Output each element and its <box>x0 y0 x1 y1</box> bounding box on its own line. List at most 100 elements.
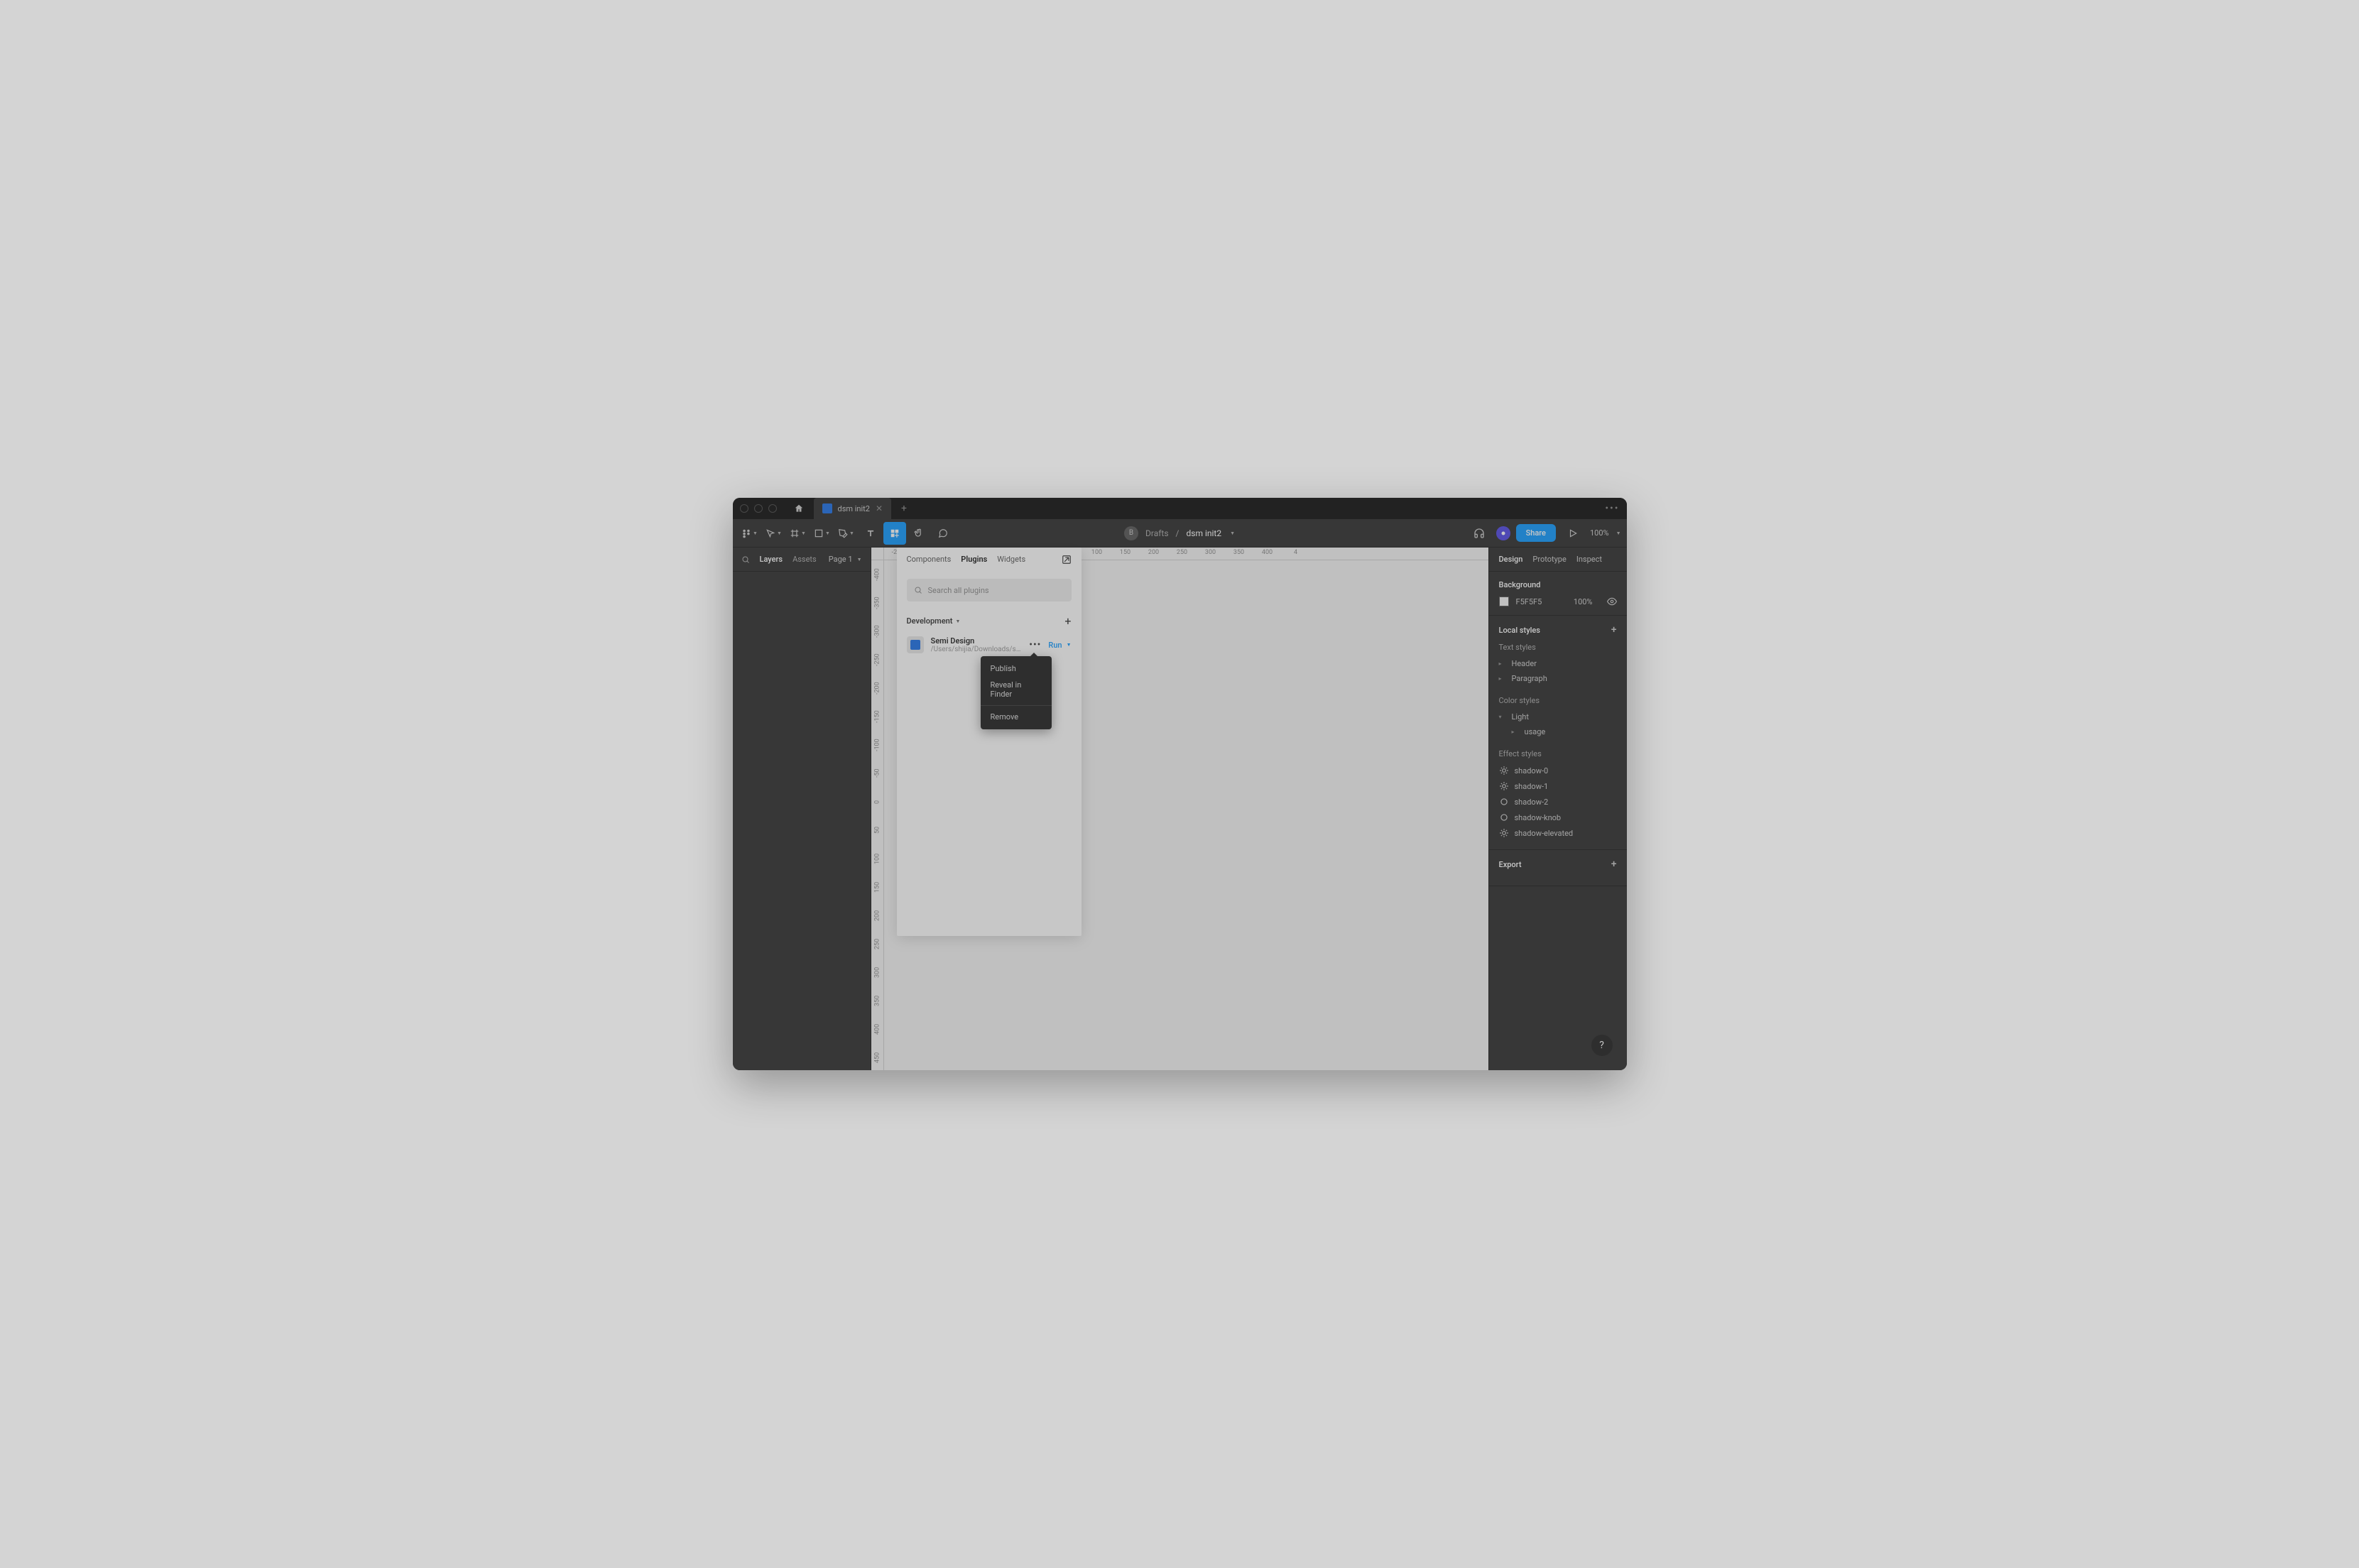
background-row[interactable]: F5F5F5 100% <box>1499 597 1617 606</box>
resources-expand-icon[interactable] <box>1062 555 1072 565</box>
style-name: shadow-1 <box>1515 782 1549 791</box>
zoom-level[interactable]: 100% <box>1590 528 1609 538</box>
comment-icon <box>938 528 948 538</box>
layers-tab[interactable]: Layers <box>760 555 783 564</box>
file-tab[interactable]: dsm init2 ✕ <box>814 498 892 519</box>
plugins-tab[interactable]: Plugins <box>961 555 987 564</box>
plugin-icon <box>907 636 924 653</box>
canvas[interactable]: -250-200-150-100-50050100150200250300350… <box>871 548 1488 1070</box>
ctx-reveal-in-finder[interactable]: Reveal in Finder <box>981 677 1052 702</box>
style-name: Paragraph <box>1512 674 1547 683</box>
titlebar: dsm init2 ✕ + ••• <box>733 498 1627 519</box>
color-style-light[interactable]: ▾Light <box>1499 709 1617 724</box>
search-icon <box>914 586 922 594</box>
close-window[interactable] <box>740 504 748 513</box>
chevron-down-icon[interactable]: ▼ <box>1616 530 1621 536</box>
effect-style-item[interactable]: shadow-1 <box>1499 778 1617 794</box>
ruler-tick: -300 <box>871 617 883 646</box>
plugin-more-button[interactable]: ••• <box>1029 639 1041 650</box>
design-tab[interactable]: Design <box>1499 555 1523 564</box>
local-styles-text: Local styles <box>1499 626 1540 635</box>
move-tool[interactable]: ▼ <box>763 522 785 545</box>
breadcrumb-file[interactable]: dsm init2 <box>1186 528 1221 538</box>
collab-badge[interactable] <box>1496 526 1510 540</box>
color-style-usage[interactable]: ▸usage <box>1499 724 1617 739</box>
present-button[interactable] <box>1562 522 1584 545</box>
inspect-tab[interactable]: Inspect <box>1576 555 1602 564</box>
chevron-down-icon: ▼ <box>857 557 862 562</box>
share-button[interactable]: Share <box>1516 524 1556 542</box>
plugin-run-button[interactable]: Run ▼ <box>1048 641 1071 650</box>
ruler-tick: 250 <box>871 930 883 958</box>
prototype-tab[interactable]: Prototype <box>1532 555 1566 564</box>
widgets-tab[interactable]: Widgets <box>997 555 1025 564</box>
development-section-header[interactable]: Development ▼ + <box>897 609 1082 633</box>
add-tab-button[interactable]: + <box>895 503 912 514</box>
plugin-row[interactable]: Semi Design /Users/shijia/Downloads/se… … <box>897 633 1082 656</box>
help-button[interactable]: ? <box>1591 1035 1613 1056</box>
ctx-remove[interactable]: Remove <box>981 705 1052 725</box>
bg-swatch[interactable] <box>1499 597 1509 606</box>
pen-tool[interactable]: ▼ <box>835 522 858 545</box>
chevron-down-icon: ▼ <box>753 530 758 536</box>
chevron-right-icon: ▸ <box>1499 660 1506 667</box>
bg-hex[interactable]: F5F5F5 <box>1516 597 1542 606</box>
style-name: shadow-2 <box>1515 797 1549 807</box>
section-label: Development <box>907 616 953 626</box>
plugin-search[interactable]: Search all plugins <box>907 579 1072 601</box>
add-export-button[interactable]: + <box>1611 859 1617 870</box>
audio-button[interactable] <box>1468 522 1491 545</box>
page-selector[interactable]: Page 1 ▼ <box>829 555 862 564</box>
shape-tool[interactable]: ▼ <box>811 522 834 545</box>
main: Layers Assets Page 1 ▼ -250-200-150-100-… <box>733 548 1627 1070</box>
text-style-paragraph[interactable]: ▸Paragraph <box>1499 671 1617 686</box>
ruler-tick: -200 <box>871 674 883 702</box>
add-plugin-button[interactable]: + <box>1064 614 1071 628</box>
titlebar-more-button[interactable]: ••• <box>1605 503 1619 514</box>
style-name: shadow-elevated <box>1515 829 1574 838</box>
maximize-window[interactable] <box>768 504 777 513</box>
plugin-context-menu: Publish Reveal in Finder Remove <box>981 656 1052 729</box>
chevron-down-icon[interactable]: ▼ <box>1230 530 1235 536</box>
search-icon[interactable] <box>741 555 750 564</box>
ruler-tick: -150 <box>871 702 883 731</box>
comment-tool[interactable] <box>932 522 954 545</box>
resources-panel: Components Plugins Widgets Search all pl… <box>897 548 1082 936</box>
export-text: Export <box>1499 860 1522 869</box>
breadcrumb-drafts[interactable]: Drafts <box>1145 528 1169 538</box>
right-panel-tabs: Design Prototype Inspect <box>1489 548 1627 572</box>
user-avatar[interactable]: B <box>1124 526 1138 540</box>
effect-style-item[interactable]: shadow-elevated <box>1499 825 1617 841</box>
eye-icon[interactable] <box>1607 597 1617 606</box>
file-tab-icon <box>822 503 832 513</box>
add-style-button[interactable]: + <box>1611 624 1617 636</box>
breadcrumb-sep: / <box>1176 528 1180 538</box>
style-name: Header <box>1512 659 1537 668</box>
close-tab-icon[interactable]: ✕ <box>876 503 883 513</box>
ruler-tick: 350 <box>1225 548 1253 560</box>
minimize-window[interactable] <box>754 504 763 513</box>
ruler-tick: 200 <box>1140 548 1168 560</box>
effect-style-item[interactable]: shadow-0 <box>1499 763 1617 778</box>
text-tool[interactable] <box>859 522 882 545</box>
cursor-icon <box>766 528 775 538</box>
text-style-header[interactable]: ▸ Header <box>1499 656 1617 671</box>
main-menu-button[interactable]: ▼ <box>739 522 761 545</box>
frame-tool[interactable]: ▼ <box>787 522 810 545</box>
home-button[interactable] <box>788 498 810 519</box>
assets-tab[interactable]: Assets <box>792 555 817 564</box>
export-label: Export + <box>1499 859 1617 870</box>
effect-icon <box>1499 766 1509 775</box>
bg-opacity[interactable]: 100% <box>1574 597 1593 606</box>
resources-tool[interactable] <box>883 522 906 545</box>
expand-icon <box>1062 555 1072 565</box>
components-tab[interactable]: Components <box>907 555 952 564</box>
pen-icon <box>838 528 848 538</box>
style-name: shadow-knob <box>1515 813 1562 822</box>
resources-tabs: Components Plugins Widgets <box>897 548 1082 572</box>
effect-style-item[interactable]: shadow-knob <box>1499 810 1617 825</box>
effect-style-item[interactable]: shadow-2 <box>1499 794 1617 810</box>
ctx-publish[interactable]: Publish <box>981 660 1052 677</box>
hand-tool[interactable] <box>908 522 930 545</box>
ruler-tick: -250 <box>871 646 883 674</box>
